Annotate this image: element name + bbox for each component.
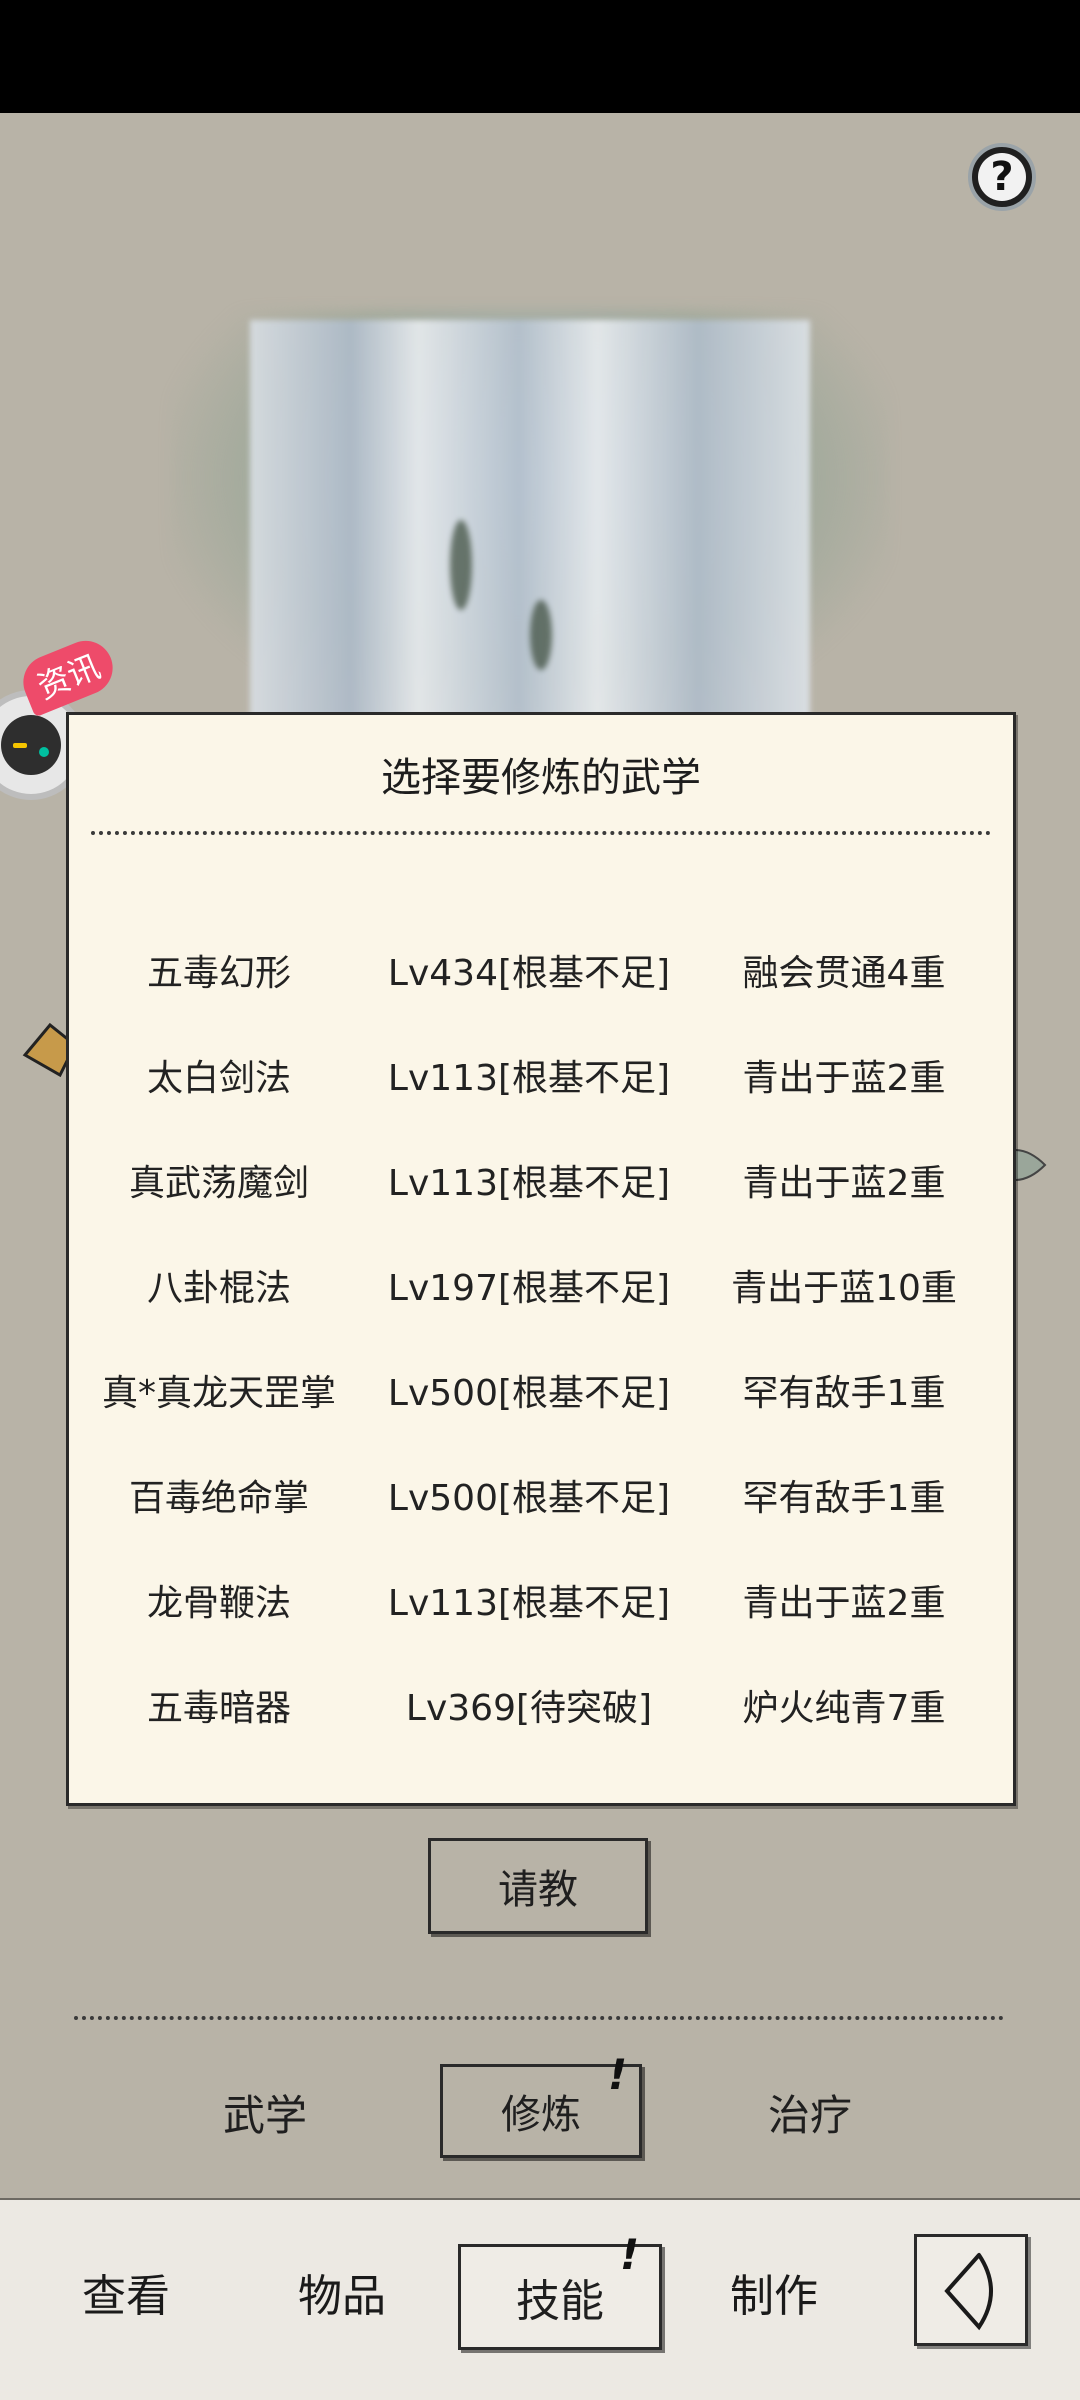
skill-level: Lv113[根基不足] <box>387 1583 671 1624</box>
skill-row[interactable]: 百毒绝命掌 Lv500[根基不足] 罕有敌手1重 <box>69 1464 1013 1534</box>
waterfall-scenery <box>170 310 890 740</box>
skill-level: Lv500[根基不足] <box>387 1373 671 1414</box>
tab-martial-arts[interactable]: 武学 <box>200 2082 330 2143</box>
skill-name: 百毒绝命掌 <box>128 1478 309 1519</box>
skill-realm: 炉火纯青7重 <box>742 1688 946 1729</box>
skill-row[interactable]: 五毒暗器 Lv369[待突破] 炉火纯青7重 <box>69 1674 1013 1744</box>
question-mark-icon: ? <box>978 153 1026 201</box>
back-button[interactable] <box>914 2234 1028 2346</box>
section-divider <box>74 2016 1004 2020</box>
skill-row[interactable]: 太白剑法 Lv113[根基不足] 青出于蓝2重 <box>69 1044 1013 1114</box>
cultivation-select-dialog: 选择要修炼的武学 五毒幻形 Lv434[根基不足] 融会贯通4重 太白剑法 Lv… <box>66 712 1016 1806</box>
tab-heal[interactable]: 治疗 <box>745 2082 875 2143</box>
back-arrow-icon <box>944 2253 993 2331</box>
skill-name: 五毒暗器 <box>146 1688 291 1729</box>
skill-realm: 青出于蓝2重 <box>742 1058 946 1099</box>
consult-button[interactable]: 请教 <box>428 1838 648 1934</box>
skill-row[interactable]: 五毒幻形 Lv434[根基不足] 融会贯通4重 <box>69 939 1013 1009</box>
skill-level: Lv113[根基不足] <box>387 1163 671 1204</box>
skill-row[interactable]: 八卦棍法 Lv197[根基不足] 青出于蓝10重 <box>69 1254 1013 1324</box>
skill-realm: 罕有敌手1重 <box>742 1478 946 1519</box>
nav-view[interactable]: 查看 <box>82 2260 170 2324</box>
dialog-title: 选择要修炼的武学 <box>381 755 701 801</box>
skills-alert-mark: ! <box>620 2230 640 2279</box>
skill-row[interactable]: 真*真龙天罡掌 Lv500[根基不足] 罕有敌手1重 <box>69 1359 1013 1429</box>
skill-level: Lv197[根基不足] <box>387 1268 671 1309</box>
cultivate-alert-mark: ! <box>608 2050 628 2099</box>
status-bar <box>0 0 1080 113</box>
skill-row[interactable]: 真武荡魔剑 Lv113[根基不足] 青出于蓝2重 <box>69 1149 1013 1219</box>
nav-craft[interactable]: 制作 <box>730 2260 818 2324</box>
skill-name: 太白剑法 <box>146 1058 291 1099</box>
skill-realm: 罕有敌手1重 <box>742 1373 946 1414</box>
skill-realm: 青出于蓝2重 <box>742 1163 946 1204</box>
skill-name: 五毒幻形 <box>146 953 291 994</box>
help-button[interactable]: ? <box>968 143 1036 211</box>
nav-items[interactable]: 物品 <box>298 2260 386 2324</box>
skill-level: Lv113[根基不足] <box>387 1058 671 1099</box>
skill-level: Lv434[根基不足] <box>387 953 671 994</box>
skill-level: Lv500[根基不足] <box>387 1478 671 1519</box>
skill-name: 龙骨鞭法 <box>146 1583 291 1624</box>
skill-realm: 青出于蓝2重 <box>742 1583 946 1624</box>
skill-realm: 融会贯通4重 <box>742 953 946 994</box>
skill-row[interactable]: 龙骨鞭法 Lv113[根基不足] 青出于蓝2重 <box>69 1569 1013 1639</box>
skill-realm: 青出于蓝10重 <box>731 1268 957 1309</box>
skill-name: 八卦棍法 <box>146 1268 291 1309</box>
skill-name: 真武荡魔剑 <box>128 1163 309 1204</box>
title-divider <box>91 831 991 835</box>
skill-level: Lv369[待突破] <box>405 1688 653 1729</box>
gamepad-icon <box>1 715 61 775</box>
skill-name: 真*真龙天罡掌 <box>101 1373 336 1414</box>
